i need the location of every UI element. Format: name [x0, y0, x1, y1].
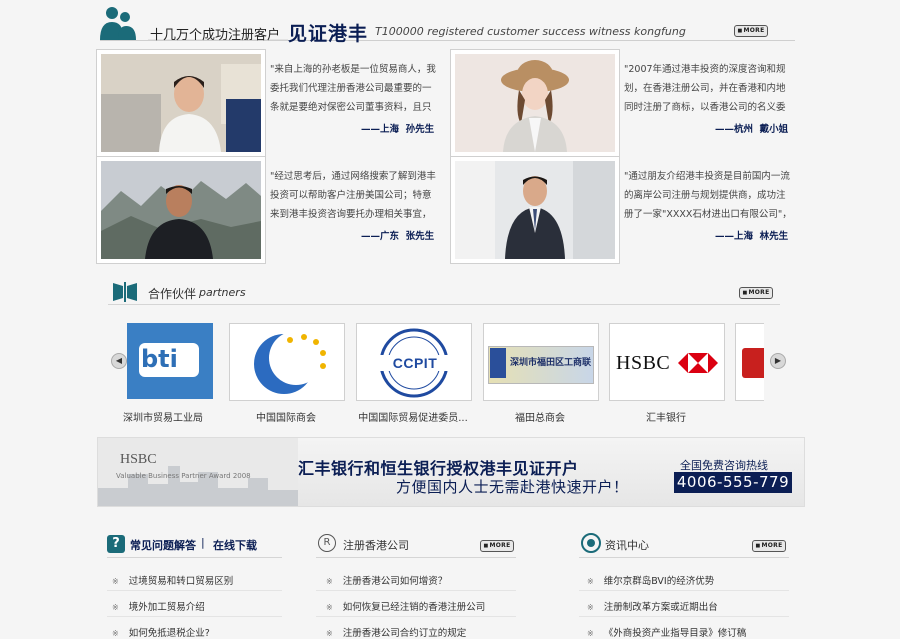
partners-subtitle-en: partners: [199, 286, 246, 299]
banner-hsbc-mark: HSBC: [120, 452, 157, 467]
section-title-emphasis: 见证港丰: [288, 23, 369, 45]
download-title[interactable]: 在线下载: [213, 537, 257, 553]
faq-title[interactable]: 常见问题解答: [130, 537, 196, 553]
futian-logo-text: 深圳市福田区工商联: [510, 358, 592, 368]
ccpit-logo-text: CCPIT: [392, 355, 438, 371]
news-more-button[interactable]: MORE: [752, 540, 786, 552]
testimonial-photo-1[interactable]: [96, 49, 266, 157]
partner-logo-bti[interactable]: bti: [127, 323, 213, 399]
testimonial-photo-3[interactable]: [96, 156, 266, 264]
partner-label-1[interactable]: 深圳市贸易工业局: [100, 409, 226, 424]
news-item-2[interactable]: ※ 注册制改革方案或近期出台: [587, 599, 718, 613]
list-separator: [107, 590, 282, 591]
news-center-title[interactable]: 资讯中心: [605, 537, 649, 553]
customers-icon: [100, 7, 136, 40]
list-separator: [316, 590, 516, 591]
testimonial-quote-3: "经过思考后，通过网络搜索了解到港丰投资可以帮助客户注册美国公司；特意来到港丰投…: [270, 171, 436, 220]
section-title: 十几万个成功注册客户: [150, 28, 281, 43]
hotline-label: 全国免费咨询热线: [680, 459, 768, 472]
faq-title-divider: |: [201, 536, 205, 549]
partner-label-2[interactable]: 中国国际商会: [228, 409, 344, 424]
hotline-number[interactable]: 4006-555-779: [674, 472, 792, 493]
ccoic-emblem: [254, 331, 326, 394]
faq-item-2[interactable]: ※ 境外加工贸易介绍: [112, 599, 205, 613]
hk-company-more-button[interactable]: MORE: [480, 540, 514, 552]
partners-title: 合作伙伴: [148, 287, 197, 301]
hk-company-item-3[interactable]: ※ 注册香港公司合约订立的规定: [326, 625, 466, 639]
banner-subtitle: 方便国内人士无需赴港快速开户！: [396, 478, 629, 496]
partners-divider: [108, 304, 780, 305]
faq-item-3[interactable]: ※ 如何免抵退税企业?: [112, 625, 210, 639]
partner-logo-partial[interactable]: [735, 323, 764, 401]
hsbc-hexagon-icon: [678, 353, 718, 373]
handshake-flag-icon: [113, 282, 137, 302]
faq-question-icon: ?: [107, 535, 125, 553]
testimonial-author-2: ——杭州 戴小姐: [715, 124, 789, 135]
carousel-prev-arrow[interactable]: ◀: [111, 353, 127, 369]
carousel-next-arrow[interactable]: ▶: [770, 353, 786, 369]
faq-item-1[interactable]: ※ 过境贸易和转口贸易区别: [112, 573, 233, 587]
partner-logo-ccpit[interactable]: CCPIT: [356, 323, 472, 401]
partner-logo-ccoic[interactable]: [229, 323, 345, 401]
testimonial-author-4: ——上海 林先生: [715, 231, 789, 242]
banner-award-text: Valuable Business Partner Award 2008: [116, 472, 251, 480]
partner-label-4[interactable]: 福田总商会: [482, 409, 598, 424]
person-photo: [455, 161, 615, 259]
registered-r-icon: R: [318, 534, 336, 552]
hk-company-item-2[interactable]: ※ 如何恢复已经注销的香港注册公司: [326, 599, 485, 613]
list-separator: [579, 616, 789, 617]
testimonial-author-3: ——广东 张先生: [361, 231, 435, 242]
bti-logo-text: bti: [141, 345, 178, 373]
news-item-1[interactable]: ※ 维尔京群岛BVI的经济优势: [587, 573, 714, 587]
testimonial-photo-4[interactable]: [450, 156, 620, 264]
hk-company-divider: [316, 557, 516, 558]
partners-more-button[interactable]: MORE: [739, 287, 773, 299]
person-photo: [101, 161, 261, 259]
news-item-3[interactable]: ※ 《外商投资产业指导目录》修订稿: [587, 625, 746, 639]
hk-company-item-1[interactable]: ※ 注册香港公司如何增资？: [326, 573, 447, 587]
list-separator: [107, 616, 282, 617]
hsbc-logo-text: HSBC: [616, 352, 671, 374]
person-photo: [101, 54, 261, 152]
partner-label-3[interactable]: 中国国际贸易促进委员...: [355, 409, 471, 424]
testimonial-quote-1: "来自上海的孙老板是一位贸易商人，我委托我们代理注册香港公司最重要的一条就是要绝…: [270, 64, 436, 113]
news-divider: [579, 557, 789, 558]
partner-logo-hsbc[interactable]: HSBC: [609, 323, 725, 401]
testimonials-more-button[interactable]: MORE: [734, 25, 768, 37]
testimonial-quote-2: "2007年通过港丰投资的深度咨询和规划，在香港注册公司，并在香港和内地同时注册…: [624, 64, 786, 113]
testimonial-quote-4: "通过朋友介绍港丰投资是目前国内一流的离岸公司注册与规划提供商，成功注册了一家"…: [624, 171, 792, 220]
partner-logo-futian[interactable]: 深圳市福田区工商联: [483, 323, 599, 401]
list-separator: [579, 590, 789, 591]
hk-company-title[interactable]: 注册香港公司: [343, 537, 409, 553]
news-center-icon: [581, 533, 601, 553]
person-photo: [455, 54, 615, 152]
testimonial-photo-2[interactable]: [450, 49, 620, 157]
list-separator: [316, 616, 516, 617]
testimonial-author-1: ——上海 孙先生: [361, 124, 435, 135]
section-subtitle-en: T100000 registered customer success witn…: [375, 25, 686, 38]
partner-label-5[interactable]: 汇丰银行: [608, 409, 724, 424]
faq-divider: [107, 557, 282, 558]
